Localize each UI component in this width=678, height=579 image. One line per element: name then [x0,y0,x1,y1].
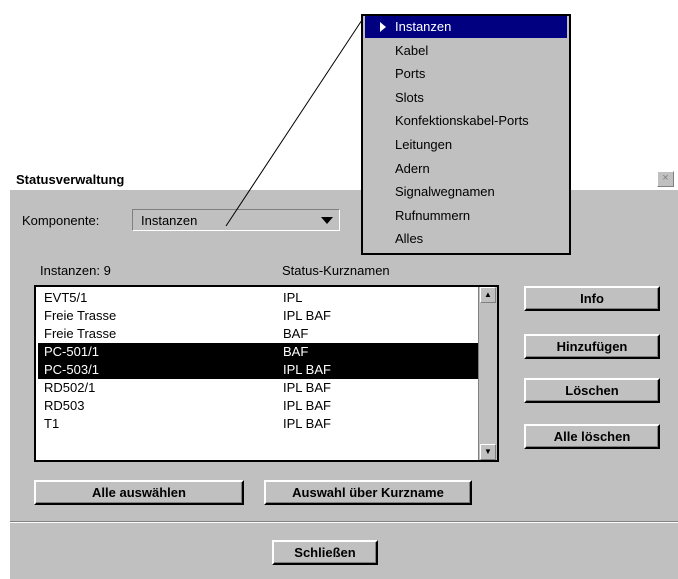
menu-item[interactable]: Instanzen [365,16,567,38]
callout-line [225,19,363,227]
menu-item-label: Adern [395,160,430,176]
menu-item[interactable]: Leitungen [365,134,567,156]
menu-item-label: Signalwegnamen [395,184,495,200]
menu-item-label: Leitungen [395,137,453,152]
triangle-right-icon [380,22,386,32]
menu-item[interactable]: Rufnummern [365,205,567,227]
menu-item[interactable]: Alles [365,228,567,250]
menu-item[interactable]: Konfektionskabel-Ports [365,110,567,132]
menu-item[interactable]: Adern [365,158,567,180]
menu-item-label: Konfektionskabel-Ports [395,113,529,129]
menu-item-label: Alles [395,231,424,247]
menu-item[interactable]: Slots [365,87,567,109]
menu-item-label: Ports [395,66,426,82]
menu-item-label: Kabel [395,42,429,58]
menu-item-label: Slots [395,89,424,105]
menu-item[interactable]: Kabel [365,40,567,62]
menu-item-label: Rufnummern [395,207,471,223]
menu-item-label: Instanzen [395,19,452,34]
dropdown-menu[interactable]: Instanzen Kabel Ports Slots Konfektionskabel… [361,14,571,255]
menu-item[interactable]: Signalwegnamen [365,181,567,203]
menu-item[interactable]: Ports [365,63,567,85]
